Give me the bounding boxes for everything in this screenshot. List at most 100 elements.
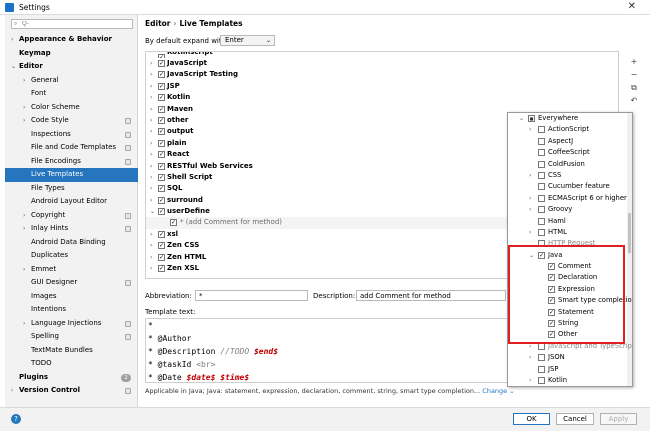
sidebar-item[interactable]: Android Data Binding xyxy=(5,236,138,250)
description-input[interactable] xyxy=(356,290,506,301)
sidebar-item[interactable]: TextMate Bundles xyxy=(5,344,138,358)
context-item[interactable]: › JSON xyxy=(508,352,632,363)
chevron-right-icon[interactable]: › xyxy=(150,149,152,160)
restore-icon[interactable]: ↶ xyxy=(625,94,643,107)
context-popup[interactable]: ⌄ ■ Everywhere › ActionScript AspectJ CoffeeSc… xyxy=(507,112,633,387)
chevron-right-icon[interactable]: › xyxy=(150,229,152,240)
context-checkbox[interactable] xyxy=(538,171,545,179)
chevron-right-icon[interactable]: › xyxy=(150,252,152,263)
context-checkbox[interactable]: ✓ xyxy=(538,251,545,259)
context-item[interactable]: ColdFusion xyxy=(508,159,632,170)
context-checkbox[interactable] xyxy=(538,160,545,168)
chevron-right-icon[interactable]: › xyxy=(150,183,152,194)
chevron-right-icon[interactable]: › xyxy=(150,138,152,149)
context-checkbox[interactable] xyxy=(538,342,545,350)
context-checkbox[interactable] xyxy=(538,126,545,134)
chevron-right-icon[interactable]: › xyxy=(529,375,531,386)
chevron-down-icon[interactable]: ⌄ xyxy=(150,206,155,217)
template-checkbox[interactable]: ✓ xyxy=(158,60,165,67)
template-checkbox[interactable]: ✓ xyxy=(158,116,165,124)
sidebar-item[interactable]: GUI Designer xyxy=(5,276,138,290)
chevron-right-icon[interactable]: › xyxy=(529,124,531,135)
context-item[interactable]: › ActionScript xyxy=(508,124,632,135)
context-checkbox[interactable]: ✓ xyxy=(548,331,555,339)
context-item[interactable]: ✓ Statement xyxy=(508,307,632,318)
chevron-right-icon[interactable]: › xyxy=(150,195,152,206)
template-checkbox[interactable]: ✓ xyxy=(158,162,165,170)
template-checkbox[interactable]: ✓ xyxy=(158,105,165,113)
context-item[interactable]: › CSS xyxy=(508,170,632,181)
context-item[interactable]: Haml xyxy=(508,216,632,227)
template-checkbox[interactable]: ✓ xyxy=(158,82,165,90)
template-checkbox[interactable]: ✓ xyxy=(158,71,165,79)
context-item[interactable]: AspectJ xyxy=(508,136,632,147)
expand-key-select[interactable]: Enter ⌄ xyxy=(220,35,275,46)
template-checkbox[interactable]: ✓ xyxy=(158,151,165,159)
template-checkbox[interactable]: ✓ xyxy=(158,139,165,147)
context-item[interactable]: ✓ Expression xyxy=(508,284,632,295)
template-checkbox[interactable]: ✓ xyxy=(158,185,165,193)
template-checkbox[interactable]: ✓ xyxy=(158,242,165,250)
sidebar-item[interactable]: Duplicates xyxy=(5,249,138,263)
sidebar-item[interactable]: › Version Control xyxy=(5,384,138,398)
template-checkbox[interactable]: ✓ xyxy=(158,265,165,273)
context-checkbox[interactable]: ■ xyxy=(528,115,535,122)
search-input[interactable] xyxy=(22,20,127,28)
add-icon[interactable]: + xyxy=(625,55,643,68)
sidebar-item[interactable]: Android Layout Editor xyxy=(5,195,138,209)
chevron-right-icon[interactable]: › xyxy=(150,263,152,274)
sidebar-item[interactable]: File Types xyxy=(5,182,138,196)
sidebar-item[interactable]: Images xyxy=(5,290,138,304)
context-item[interactable]: › Kotlin xyxy=(508,375,632,386)
context-checkbox[interactable] xyxy=(538,137,545,145)
chevron-right-icon[interactable]: › xyxy=(150,126,152,137)
template-checkbox[interactable]: ✓ xyxy=(158,208,165,216)
context-item[interactable]: JSP xyxy=(508,364,632,375)
context-checkbox[interactable]: ✓ xyxy=(548,320,555,328)
chevron-right-icon[interactable]: › xyxy=(150,172,152,183)
template-group[interactable]: › ✓ Kotlin xyxy=(146,92,618,103)
context-item[interactable]: ✓ Smart type completion xyxy=(508,295,632,306)
cancel-button[interactable]: Cancel xyxy=(556,413,594,425)
sidebar-item[interactable]: › Appearance & Behavior xyxy=(5,33,138,47)
context-item[interactable]: ✓ Other xyxy=(508,329,632,340)
chevron-right-icon[interactable]: › xyxy=(150,92,152,103)
sidebar-item[interactable]: File Encodings xyxy=(5,155,138,169)
copy-icon[interactable]: ⧉ xyxy=(625,81,643,94)
context-item[interactable]: ⌄ ✓ Java xyxy=(508,250,632,261)
template-text-editor[interactable]: * * @Author * @Description //TODO $end$ … xyxy=(145,318,513,383)
template-checkbox[interactable]: ✓ xyxy=(158,253,165,261)
context-item[interactable]: ✓ Declaration xyxy=(508,272,632,283)
context-checkbox[interactable] xyxy=(538,149,545,157)
sidebar-item[interactable]: › Color Scheme xyxy=(5,101,138,115)
template-group[interactable]: › ✓ JSP xyxy=(146,81,618,92)
sidebar-item[interactable]: TODO xyxy=(5,357,138,371)
context-item[interactable]: › JavaScript and TypeScript xyxy=(508,341,632,352)
template-checkbox[interactable]: ✓ xyxy=(170,219,177,227)
context-checkbox[interactable]: ✓ xyxy=(548,263,555,271)
chevron-right-icon[interactable]: › xyxy=(150,69,152,80)
abbreviation-input[interactable] xyxy=(195,290,308,301)
chevron-right-icon[interactable]: › xyxy=(529,227,531,238)
context-item[interactable]: › Groovy xyxy=(508,204,632,215)
context-item[interactable]: Cucumber feature xyxy=(508,181,632,192)
chevron-right-icon[interactable]: › xyxy=(529,352,531,363)
context-item[interactable]: › HTML xyxy=(508,227,632,238)
sidebar-item[interactable]: › Emmet xyxy=(5,263,138,277)
sidebar-item[interactable]: › Copyright xyxy=(5,209,138,223)
help-icon[interactable]: ? xyxy=(11,414,21,424)
chevron-right-icon[interactable]: › xyxy=(529,204,531,215)
sidebar-item[interactable]: Spelling xyxy=(5,330,138,344)
chevron-down-icon[interactable]: ⌄ xyxy=(529,250,534,261)
change-context-link[interactable]: Change ⌄ xyxy=(482,387,514,395)
context-checkbox[interactable] xyxy=(538,194,545,202)
sidebar-item[interactable]: Live Templates xyxy=(5,168,138,182)
close-icon[interactable]: ✕ xyxy=(628,1,636,12)
chevron-right-icon[interactable]: › xyxy=(150,161,152,172)
context-item[interactable]: ✓ String xyxy=(508,318,632,329)
sidebar-item[interactable]: Plugins 2 xyxy=(5,371,138,385)
context-checkbox[interactable] xyxy=(538,376,545,384)
sidebar-item[interactable]: ⌄ Editor xyxy=(5,60,138,74)
chevron-right-icon[interactable]: › xyxy=(150,81,152,92)
remove-icon[interactable]: − xyxy=(625,68,643,81)
